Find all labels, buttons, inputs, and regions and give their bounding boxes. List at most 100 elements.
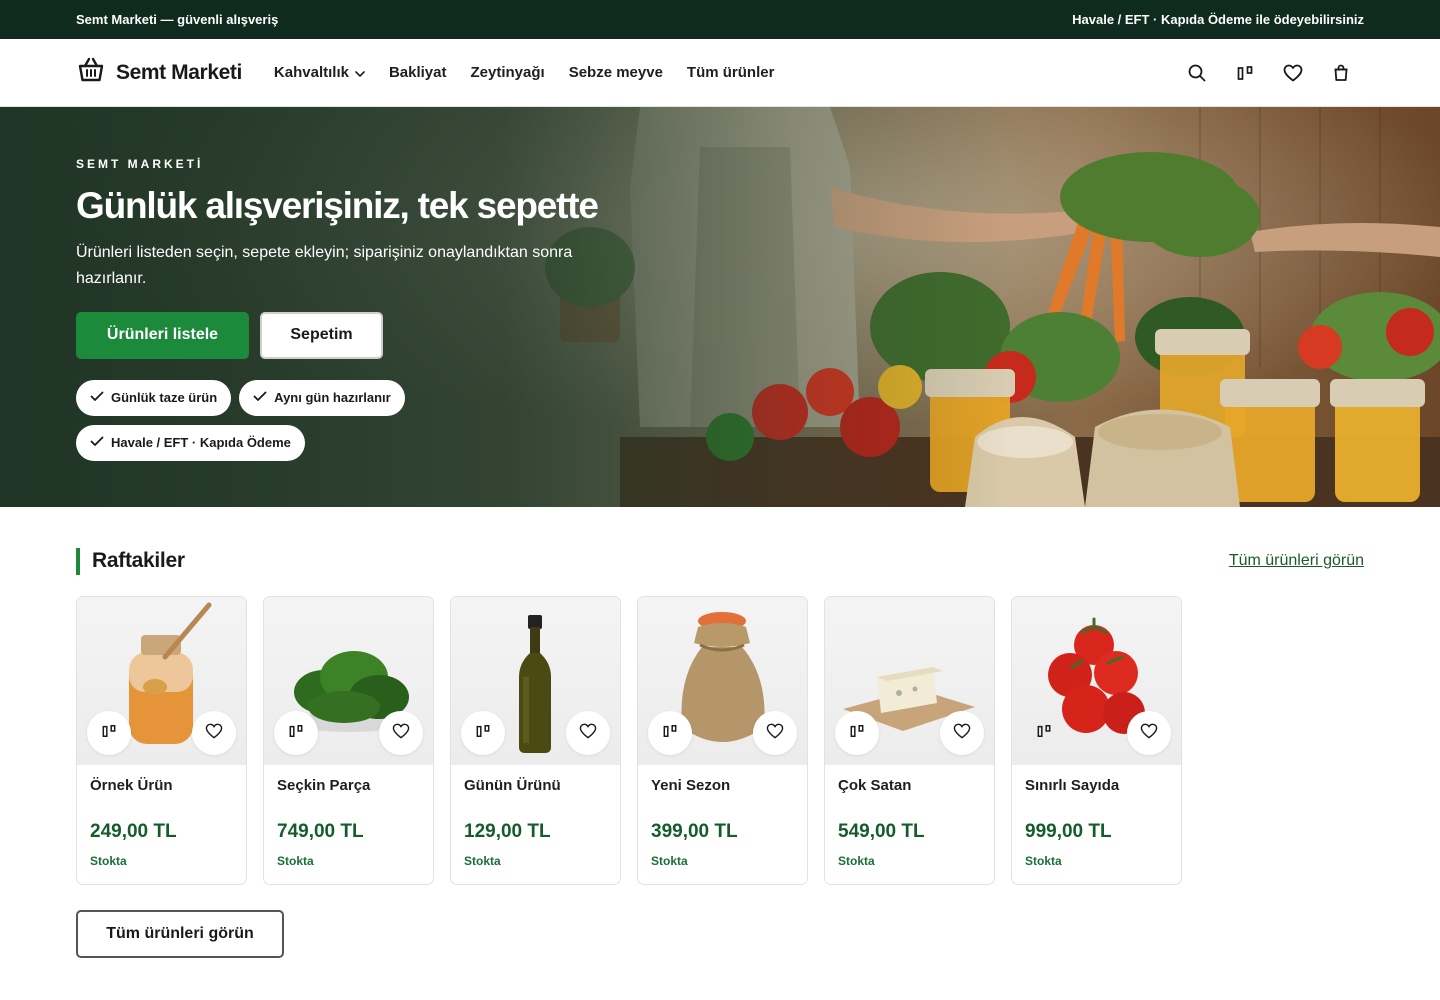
badge-payment: Havale / EFT · Kapıda Ödeme bbox=[76, 424, 305, 461]
brand-name: Semt Marketi bbox=[116, 60, 242, 84]
product-image-spinach bbox=[264, 597, 433, 765]
nav-item-zeytinyagi[interactable]: Zeytinyağı bbox=[471, 64, 545, 81]
product-info: Günün Ürünü 129,00 TL Stokta bbox=[451, 765, 620, 868]
badge-label: Havale / EFT · Kapıda Ödeme bbox=[111, 435, 291, 451]
products-section: Raftakiler Tüm ürünleri görün Örnek Ürün… bbox=[0, 547, 1440, 958]
stock-status: Stokta bbox=[464, 854, 501, 868]
product-info: Örnek Ürün 249,00 TL Stokta bbox=[77, 765, 246, 868]
check-icon bbox=[253, 390, 267, 405]
heart-icon bbox=[392, 723, 410, 744]
section-accent-bar bbox=[76, 547, 80, 575]
product-image-honey-jar bbox=[77, 597, 246, 765]
hero-banner: SEMT MARKETİ Günlük alışverişiniz, tek s… bbox=[0, 107, 1440, 507]
favorite-button[interactable] bbox=[753, 711, 797, 755]
product-name: Günün Ürünü bbox=[464, 777, 561, 794]
nav-item-sebze-meyve[interactable]: Sebze meyve bbox=[569, 64, 663, 81]
list-products-button[interactable]: Ürünleri listele bbox=[76, 311, 249, 359]
nav-item-tum-urunler[interactable]: Tüm ürünler bbox=[687, 64, 775, 81]
announcement-right: Havale / EFT · Kapıda Ödeme ile ödeyebil… bbox=[1072, 12, 1364, 27]
product-card[interactable]: Örnek Ürün 249,00 TL Stokta bbox=[76, 596, 247, 885]
my-cart-button[interactable]: Sepetim bbox=[260, 311, 383, 359]
product-info: Seçkin Parça 749,00 TL Stokta bbox=[264, 765, 433, 868]
compare-icon bbox=[663, 724, 677, 743]
heart-icon[interactable] bbox=[1282, 62, 1304, 84]
compare-button[interactable] bbox=[274, 711, 318, 755]
hero-badges: Günlük taze ürün Aynı gün hazırlanır Hav… bbox=[76, 379, 436, 461]
stock-status: Stokta bbox=[838, 854, 875, 868]
product-card[interactable]: Seçkin Parça 749,00 TL Stokta bbox=[263, 596, 434, 885]
check-icon bbox=[90, 435, 104, 450]
compare-button[interactable] bbox=[87, 711, 131, 755]
product-card[interactable]: Sınırlı Sayıda 999,00 TL Stokta bbox=[1011, 596, 1182, 885]
product-image-tomatoes bbox=[1012, 597, 1181, 765]
compare-icon[interactable] bbox=[1234, 62, 1256, 84]
compare-button[interactable] bbox=[648, 711, 692, 755]
favorite-button[interactable] bbox=[379, 711, 423, 755]
hero-title: Günlük alışverişiniz, tek sepette bbox=[76, 185, 599, 226]
product-info: Çok Satan 549,00 TL Stokta bbox=[825, 765, 994, 868]
badge-same-day: Aynı gün hazırlanır bbox=[239, 379, 405, 416]
product-info: Sınırlı Sayıda 999,00 TL Stokta bbox=[1012, 765, 1181, 868]
basket-icon bbox=[76, 57, 106, 88]
bag-icon[interactable] bbox=[1330, 62, 1352, 84]
stock-status: Stokta bbox=[90, 854, 127, 868]
nav-item-bakliyat[interactable]: Bakliyat bbox=[389, 64, 447, 81]
favorite-button[interactable] bbox=[192, 711, 236, 755]
header-actions bbox=[1186, 62, 1352, 84]
product-image-lentil-sack bbox=[638, 597, 807, 765]
compare-icon bbox=[476, 724, 490, 743]
product-price: 399,00 TL bbox=[651, 821, 738, 842]
announcement-left: Semt Marketi — güvenli alışveriş bbox=[76, 12, 279, 27]
main-nav: Kahvaltılık Bakliyat Zeytinyağı Sebze me… bbox=[274, 64, 775, 81]
favorite-button[interactable] bbox=[1127, 711, 1171, 755]
site-header: Semt Marketi Kahvaltılık Bakliyat Zeytin… bbox=[0, 39, 1440, 107]
hero-actions: Ürünleri listele Sepetim bbox=[76, 311, 636, 359]
hero-subtitle: Ürünleri listeden seçin, sepete ekleyin;… bbox=[76, 243, 573, 287]
heart-icon bbox=[766, 723, 784, 744]
section-title-text: Raftakiler bbox=[92, 549, 185, 572]
view-all-link[interactable]: Tüm ürünleri görün bbox=[1229, 552, 1364, 570]
compare-button[interactable] bbox=[461, 711, 505, 755]
stock-status: Stokta bbox=[277, 854, 314, 868]
heart-icon bbox=[1140, 723, 1158, 744]
favorite-button[interactable] bbox=[566, 711, 610, 755]
section-title: Raftakiler bbox=[76, 547, 185, 575]
stock-status: Stokta bbox=[1025, 854, 1062, 868]
check-icon bbox=[90, 390, 104, 405]
compare-button[interactable] bbox=[835, 711, 879, 755]
product-grid: Örnek Ürün 249,00 TL Stokta Seçkin Parça… bbox=[76, 596, 1364, 885]
hero-content: SEMT MARKETİ Günlük alışverişiniz, tek s… bbox=[76, 157, 636, 461]
nav-label: Kahvaltılık bbox=[273, 64, 349, 81]
badge-label: Aynı gün hazırlanır bbox=[274, 390, 391, 406]
nav-item-kahvaltilik[interactable]: Kahvaltılık bbox=[274, 64, 365, 81]
product-name: Yeni Sezon bbox=[651, 777, 731, 794]
compare-icon bbox=[102, 724, 116, 743]
favorite-button[interactable] bbox=[940, 711, 984, 755]
badge-fresh: Günlük taze ürün bbox=[76, 379, 232, 416]
search-icon[interactable] bbox=[1186, 62, 1208, 84]
heart-icon bbox=[953, 723, 971, 744]
announcement-bar: Semt Marketi — güvenli alışveriş Havale … bbox=[0, 0, 1440, 39]
heart-icon bbox=[205, 723, 223, 744]
product-price: 129,00 TL bbox=[464, 821, 551, 842]
product-image-olive-oil-bottle bbox=[451, 597, 620, 765]
product-image-cheese bbox=[825, 597, 994, 765]
product-price: 999,00 TL bbox=[1025, 821, 1112, 842]
product-price: 749,00 TL bbox=[277, 821, 364, 842]
product-name: Örnek Ürün bbox=[90, 777, 173, 794]
product-card[interactable]: Çok Satan 549,00 TL Stokta bbox=[824, 596, 995, 885]
logo[interactable]: Semt Marketi bbox=[76, 57, 242, 88]
heart-icon bbox=[579, 723, 597, 744]
badge-label: Günlük taze ürün bbox=[111, 390, 218, 406]
product-card[interactable]: Günün Ürünü 129,00 TL Stokta bbox=[450, 596, 621, 885]
nav-label: Tüm ürünler bbox=[686, 64, 775, 81]
product-name: Seçkin Parça bbox=[277, 777, 371, 794]
nav-label: Zeytinyağı bbox=[470, 64, 545, 81]
view-all-button[interactable]: Tüm ürünleri görün bbox=[76, 910, 284, 958]
stock-status: Stokta bbox=[651, 854, 688, 868]
product-price: 549,00 TL bbox=[838, 821, 925, 842]
product-card[interactable]: Yeni Sezon 399,00 TL Stokta bbox=[637, 596, 808, 885]
product-price: 249,00 TL bbox=[90, 821, 177, 842]
chevron-down-icon bbox=[355, 64, 365, 81]
compare-button[interactable] bbox=[1022, 711, 1066, 755]
